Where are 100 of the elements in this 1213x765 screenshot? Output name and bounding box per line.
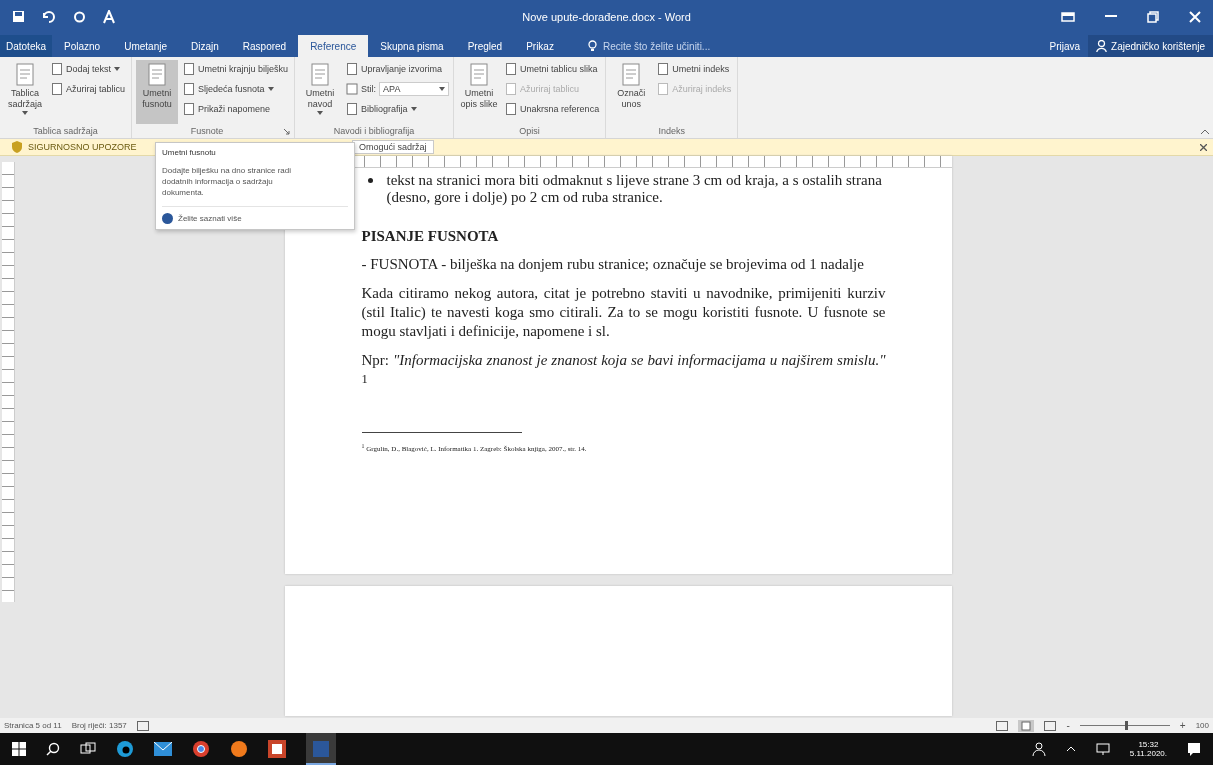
ribbon-tab[interactable]: Umetanje	[112, 35, 179, 57]
ribbon-small-button[interactable]: Prikaži napomene	[181, 100, 291, 118]
ribbon-tab[interactable]: Reference	[298, 35, 369, 57]
restore-icon[interactable]	[1147, 10, 1159, 23]
tooltip-description: Dodajte bilješku na dno stranice radi dodatnih informacija o sadržaju dokumenta.	[162, 165, 292, 198]
share-button[interactable]: Zajedničko korištenje	[1088, 35, 1213, 57]
caret-icon	[410, 107, 417, 111]
ribbon-small-button[interactable]: Umetni tablicu slika	[503, 60, 602, 78]
ribbon-tab[interactable]: Datoteka	[0, 35, 53, 57]
bullet-icon	[367, 178, 373, 183]
group-label: Opisi	[519, 126, 540, 136]
section-heading: PISANJE FUSNOTA	[361, 228, 500, 245]
font-color-icon[interactable]	[102, 9, 118, 24]
shield-icon	[12, 141, 22, 153]
print-layout-icon[interactable]	[1018, 719, 1035, 732]
learn-more-link[interactable]: Želite saznati više	[178, 214, 242, 223]
page-icon	[183, 103, 196, 115]
ribbon-large-button[interactable]: Umetni navod	[299, 60, 342, 124]
group-label: Indeks	[658, 126, 685, 136]
page-icon	[505, 83, 518, 95]
caret-icon	[267, 87, 274, 91]
tooltip-title: Umetni fusnotu	[162, 148, 217, 157]
tell-me-field[interactable]: Recite što želite učiniti...	[600, 39, 735, 53]
warning-label: SIGURNOSNO UPOZORE	[28, 142, 138, 152]
page-icon	[657, 63, 670, 75]
ribbon-large-button[interactable]: Označi unos	[610, 60, 653, 124]
page-count[interactable]: Stranica 5 od 11	[4, 721, 62, 730]
read-mode-icon[interactable]	[996, 720, 1009, 731]
mail-icon[interactable]	[154, 742, 172, 756]
ribbon-display-icon[interactable]	[1061, 11, 1075, 22]
page-icon	[346, 63, 359, 75]
ribbon-small-button[interactable]: Upravljanje izvorima	[344, 60, 450, 78]
ribbon-tab[interactable]: Raspored	[230, 35, 299, 57]
page-icon	[505, 103, 518, 115]
circle-app-icon[interactable]	[230, 740, 248, 758]
presentation-icon[interactable]	[268, 740, 286, 758]
ribbon-tab[interactable]: Prikaz	[514, 35, 566, 57]
group-label: Fusnote	[190, 126, 225, 136]
task-view-icon[interactable]	[80, 742, 96, 756]
clock-time[interactable]: 15:32	[1138, 740, 1159, 749]
page-icon	[183, 83, 196, 95]
minimize-icon[interactable]	[1105, 15, 1117, 18]
page-icon	[346, 103, 359, 115]
browser-icon[interactable]	[116, 740, 134, 758]
ribbon-large-button[interactable]: Tablica sadržaja	[4, 60, 46, 124]
page-icon	[51, 83, 63, 95]
collapse-ribbon-icon[interactable]	[1201, 129, 1209, 134]
search-icon[interactable]	[46, 742, 60, 756]
page-icon	[183, 63, 196, 75]
dialog-launcher-icon[interactable]	[283, 127, 291, 135]
chevron-up-icon[interactable]	[1065, 746, 1076, 752]
caret-icon	[439, 87, 446, 91]
ribbon-small-button[interactable]: Unakrsna referenca	[503, 100, 602, 118]
ribbon-large-button[interactable]: Umetni opis slike	[458, 60, 501, 124]
ribbon-small-button[interactable]: Sljedeća fusnota	[181, 80, 291, 98]
document-icon	[620, 63, 643, 87]
help-icon	[162, 213, 173, 224]
sign-in-link[interactable]: Prijava	[1041, 35, 1089, 57]
zoom-slider-thumb[interactable]	[1124, 721, 1128, 730]
ribbon-tab[interactable]: Dizajn	[179, 35, 231, 57]
save-icon[interactable]	[12, 10, 25, 23]
enable-content-button[interactable]: Omogući sadržaj	[352, 140, 434, 154]
ribbon-tab[interactable]: Polazno	[52, 35, 113, 57]
document-icon	[146, 63, 169, 87]
style-label: Stil:	[361, 84, 377, 94]
ribbon-small-button[interactable]: Ažuriraj tablicu	[49, 80, 128, 98]
notification-icon[interactable]	[1187, 742, 1201, 756]
ribbon-small-button[interactable]: Umetni indeks	[655, 60, 734, 78]
bullet-text: tekst na stranici mora biti odmaknut s lijeve strane 3 cm od kraja, a s ostalih strana (desno, gore i dolje) po 2 cm od ruba stranice.	[386, 172, 883, 206]
zoom-out-button[interactable]: -	[1066, 720, 1070, 731]
word-count[interactable]: Broj riječi: 1357	[71, 721, 127, 730]
page-icon	[505, 63, 518, 75]
paragraph-text: Kada citiramo nekog autora, citat je potrebno staviti u navodnike, primijeniti kurziv (stil Italic) te navesti koga smo citirali. Za to se mogu koristiti fusnote. U fusnote se mogu stavljati i definicije, napomene i sl.	[361, 284, 886, 341]
zoom-level[interactable]: 100	[1195, 721, 1209, 730]
caret-icon	[22, 111, 28, 115]
caret-icon	[114, 67, 121, 71]
group-label: Tablica sadržaja	[33, 126, 98, 136]
person-icon[interactable]	[1031, 742, 1046, 756]
ribbon-tab[interactable]: Pregled	[455, 35, 515, 57]
ribbon-large-button[interactable]: Umetni fusnotu	[136, 60, 179, 124]
network-icon[interactable]	[1095, 743, 1110, 755]
document-icon	[14, 63, 36, 87]
style-dropdown[interactable]: APA	[379, 82, 450, 96]
ribbon-small-button[interactable]: Dodaj tekst	[49, 60, 128, 78]
page-icon	[51, 63, 63, 75]
lightbulb-icon	[587, 40, 597, 52]
proofing-icon[interactable]	[136, 720, 149, 731]
ribbon-small-button[interactable]: Umetni krajnju bilješku	[181, 60, 291, 78]
web-layout-icon[interactable]	[1044, 720, 1057, 731]
clock-date[interactable]: 5.11.2020.	[1129, 749, 1167, 758]
close-icon[interactable]	[1200, 143, 1207, 151]
paragraph-text: - FUSNOTA - bilješka na donjem rubu stranice; označuje se brojevima od 1 nadalje	[361, 255, 865, 274]
ribbon-small-button[interactable]: Bibliografija	[344, 100, 450, 118]
windows-start-icon[interactable]	[12, 742, 26, 756]
undo-icon[interactable]	[41, 10, 57, 23]
zoom-in-button[interactable]: +	[1179, 720, 1186, 731]
document-icon	[468, 63, 491, 87]
ribbon-tab[interactable]: Skupna pisma	[368, 35, 456, 57]
document-icon	[309, 63, 332, 87]
group-label: Navodi i bibliografija	[333, 126, 415, 136]
